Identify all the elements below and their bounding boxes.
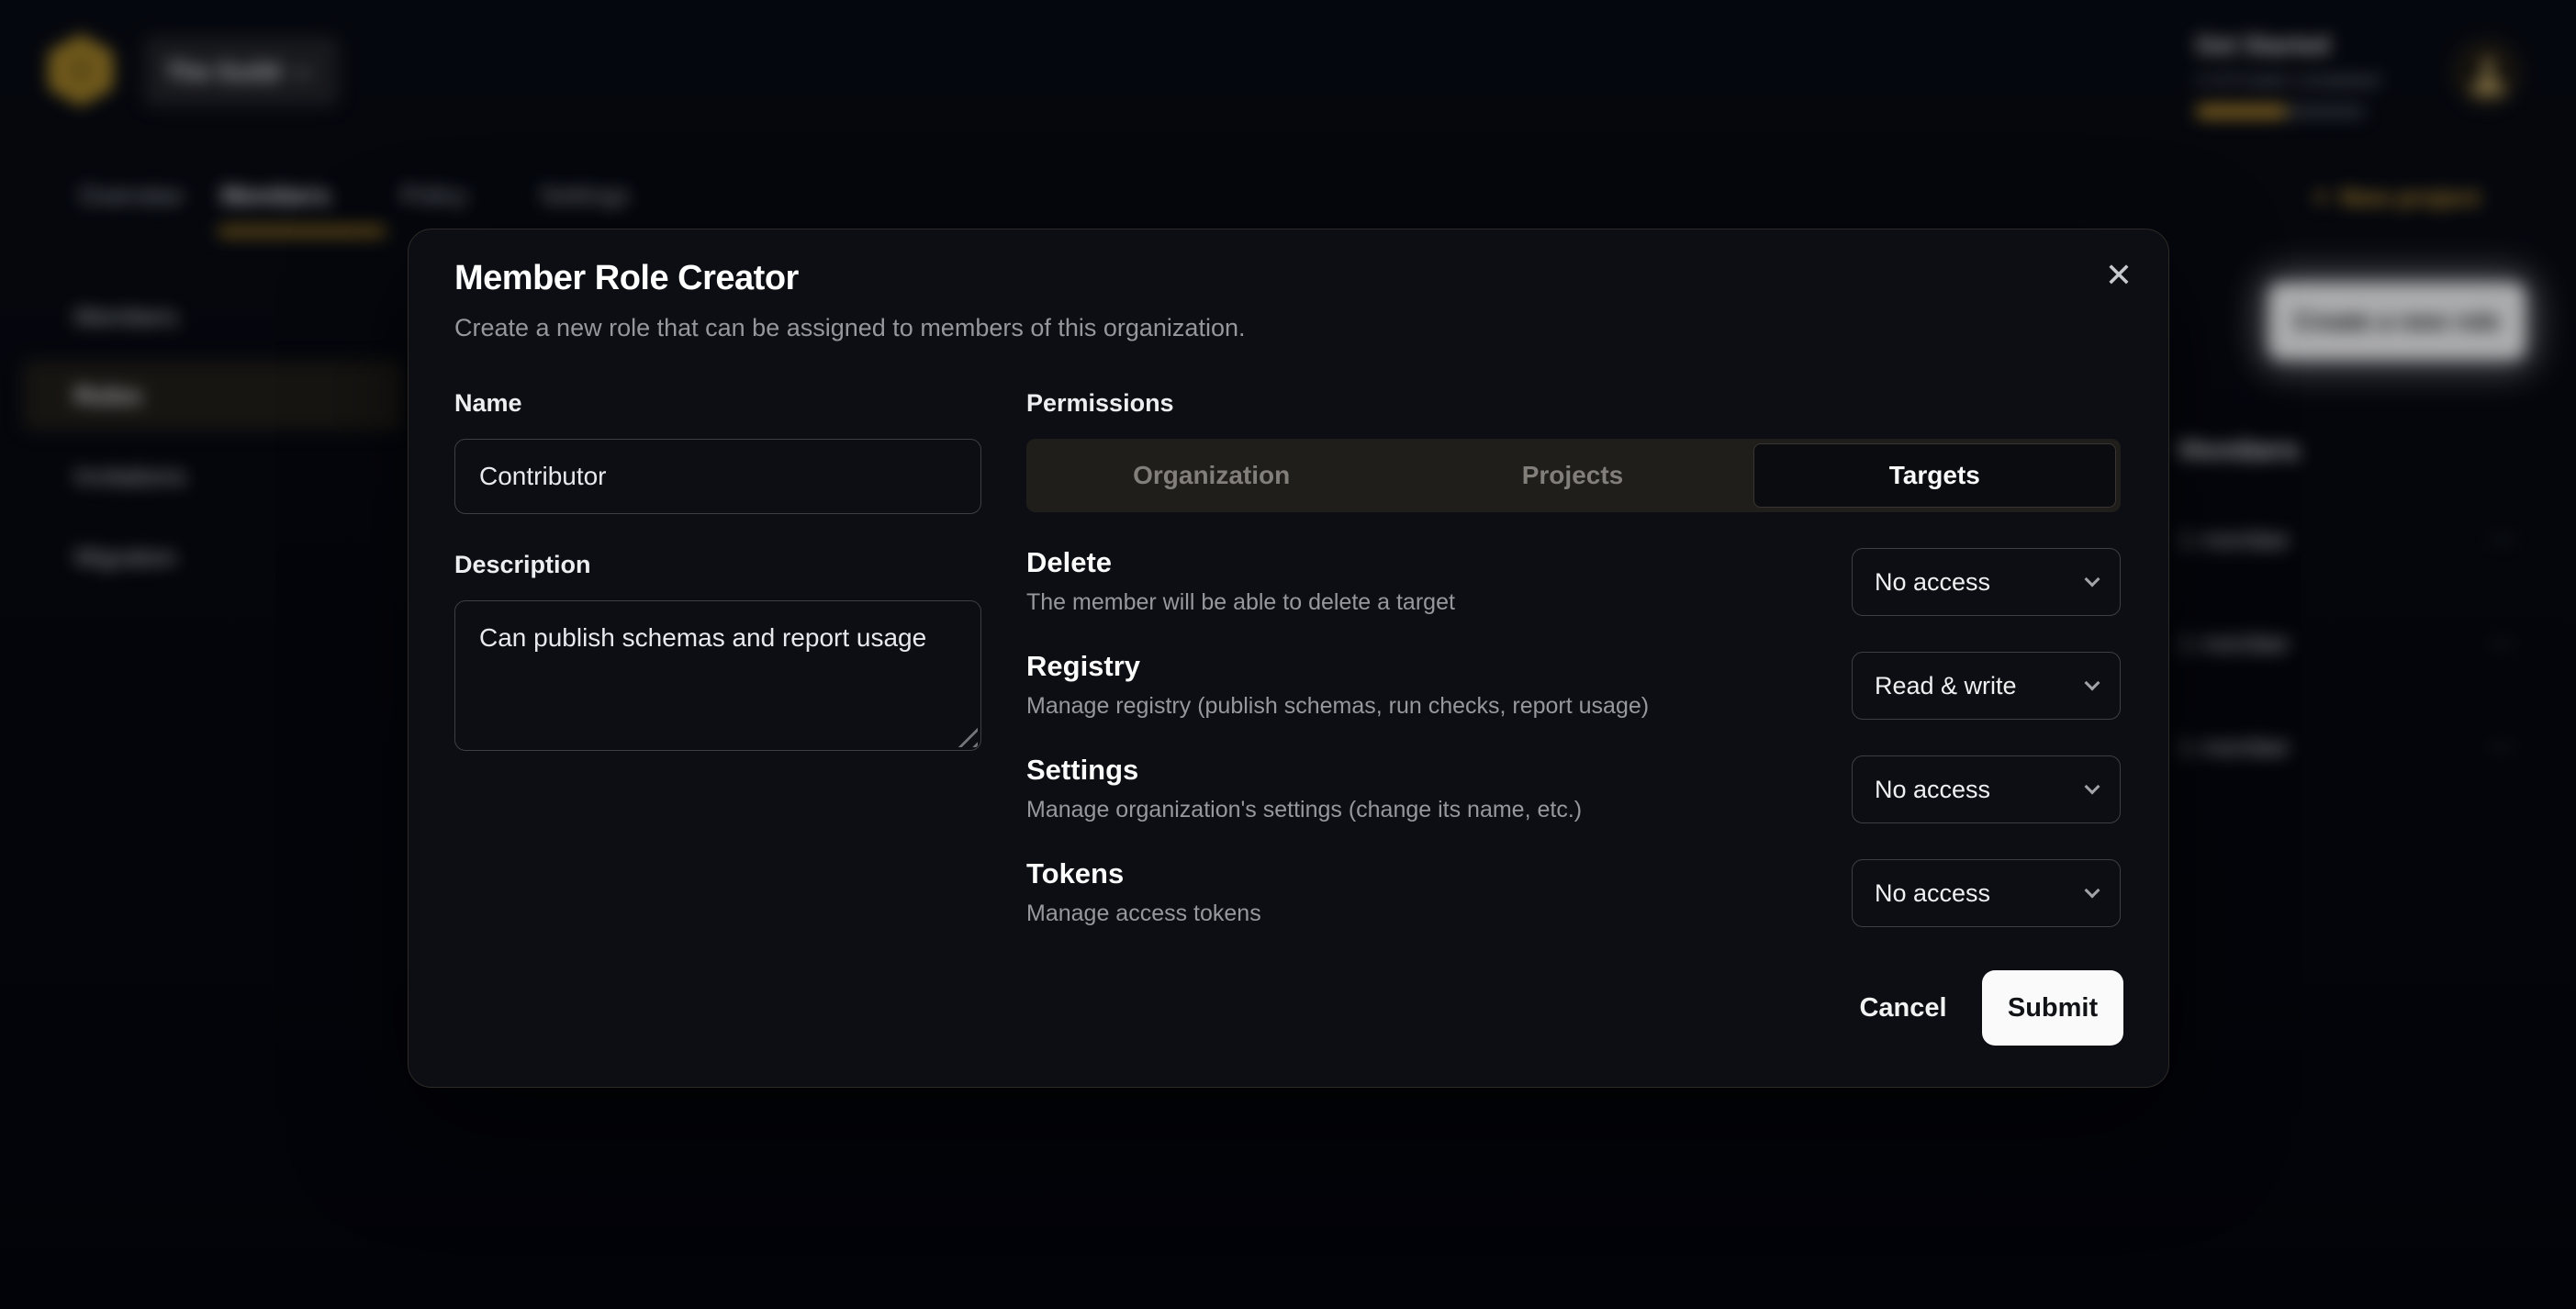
permission-row-delete: Delete The member will be able to delete… xyxy=(1026,546,2121,638)
submit-button[interactable]: Submit xyxy=(1982,970,2123,1046)
cancel-button[interactable]: Cancel xyxy=(1857,970,1949,1046)
chevron-down-icon xyxy=(2085,676,2100,691)
permissions-label: Permissions xyxy=(1026,389,1174,418)
permission-row-tokens: Tokens Manage access tokens No access xyxy=(1026,857,2121,949)
tab-projects[interactable]: Projects xyxy=(1392,443,1753,508)
permission-row-registry: Registry Manage registry (publish schema… xyxy=(1026,650,2121,742)
permission-row-settings: Settings Manage organization's settings … xyxy=(1026,754,2121,845)
member-role-creator-dialog: ✕ Member Role Creator Create a new role … xyxy=(408,229,2169,1088)
selected-value: No access xyxy=(1875,879,1990,908)
delete-access-select[interactable]: No access xyxy=(1852,548,2121,616)
selected-value: No access xyxy=(1875,568,1990,597)
selected-value: No access xyxy=(1875,776,1990,804)
description-input[interactable] xyxy=(454,600,981,751)
tab-targets[interactable]: Targets xyxy=(1753,443,2116,508)
tab-organization[interactable]: Organization xyxy=(1031,443,1392,508)
chevron-down-icon xyxy=(2085,883,2100,899)
dialog-subtitle: Create a new role that can be assigned t… xyxy=(454,314,1245,342)
dialog-title: Member Role Creator xyxy=(454,259,799,298)
name-input[interactable] xyxy=(454,439,981,514)
permissions-tabbar: Organization Projects Targets xyxy=(1026,439,2121,512)
chevron-down-icon xyxy=(2085,779,2100,795)
chevron-down-icon xyxy=(2085,572,2100,587)
close-icon[interactable]: ✕ xyxy=(2097,253,2141,297)
settings-access-select[interactable]: No access xyxy=(1852,755,2121,823)
name-label: Name xyxy=(454,389,522,418)
description-label: Description xyxy=(454,551,591,579)
tokens-access-select[interactable]: No access xyxy=(1852,859,2121,927)
selected-value: Read & write xyxy=(1875,672,2017,700)
registry-access-select[interactable]: Read & write xyxy=(1852,652,2121,720)
